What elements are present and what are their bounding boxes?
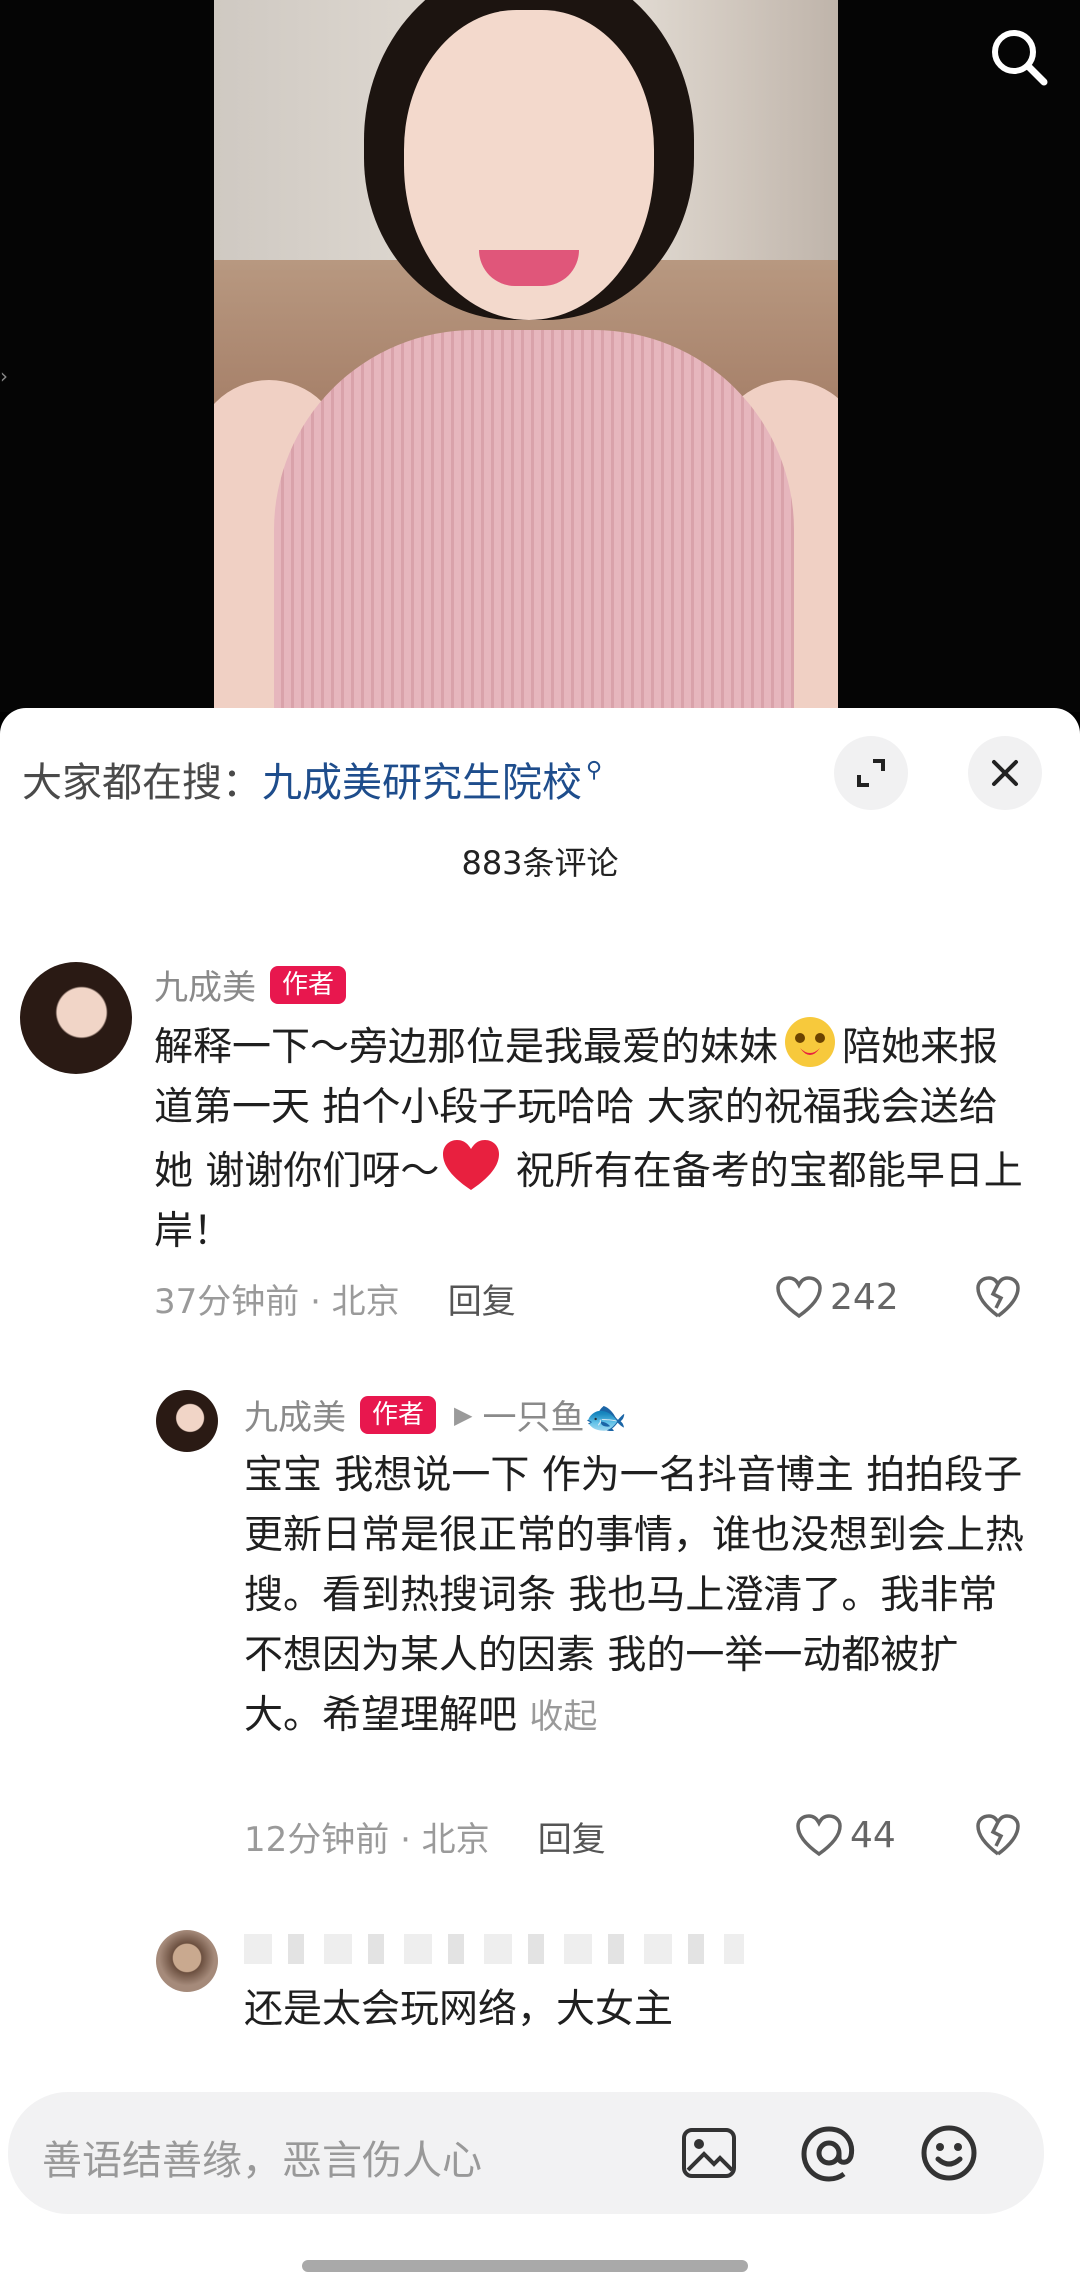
comment-author-line: 九成美 作者 [154, 960, 347, 1009]
reply-button[interactable]: 回复 [538, 1812, 606, 1861]
avatar[interactable] [20, 962, 132, 1074]
video-figure-part [274, 330, 794, 712]
at-icon[interactable] [794, 2118, 864, 2188]
author-badge: 作者 [270, 965, 347, 1004]
comment-author[interactable]: 九成美 [244, 1390, 346, 1439]
close-icon [992, 760, 1018, 786]
expand-button[interactable] [834, 736, 908, 810]
home-indicator[interactable] [302, 2260, 748, 2272]
comment-meta: 12分钟前 · 北京 回复 [244, 1812, 606, 1861]
image-icon[interactable] [674, 2118, 744, 2188]
expand-icon [857, 759, 885, 787]
comment-text-part: 解释一下～旁边那位是我最爱的妹妹 [154, 1025, 779, 1070]
comment-text-body: 还是太会玩网络，大女主 [244, 1987, 674, 2032]
blush-emoji-icon [785, 1017, 836, 1067]
hot-search-keyword[interactable]: 九成美研究生院校 [262, 750, 582, 808]
reply-to-user[interactable]: 一只鱼🐟 [482, 1390, 626, 1439]
chevron-right-icon[interactable]: › [0, 364, 8, 388]
comment-text: 解释一下～旁边那位是我最爱的妹妹 陪她来报道第一天 拍个小段子玩哈哈 大家的祝福… [154, 1014, 1034, 1262]
blurred-author-name [244, 1934, 744, 1964]
red-heart-icon [443, 1140, 500, 1190]
hot-search-bar[interactable]: 大家都在搜： 九成美研究生院校 ⚲ [22, 750, 602, 808]
hot-search-prefix: 大家都在搜： [22, 760, 262, 806]
comments-count: 883条评论 [461, 844, 619, 882]
comment-time-location: 37分钟前 · 北京 [154, 1282, 400, 1322]
comment-text-body: 宝宝 我想说一下 作为一名抖音博主 拍拍段子更新日常是很正常的事情，谁也没想到会… [244, 1453, 1025, 1738]
comment-time-location: 12分钟前 · 北京 [244, 1820, 490, 1860]
avatar[interactable] [156, 1930, 218, 1992]
like-count: 44 [850, 1814, 896, 1856]
comment-input-placeholder[interactable]: 善语结善缘，恶言伤人心 [42, 2128, 482, 2186]
heart-outline-icon [796, 1814, 842, 1857]
heart-outline-icon [776, 1276, 822, 1319]
comment-author[interactable]: 九成美 [154, 960, 256, 1009]
search-icon[interactable] [984, 22, 1054, 92]
reply-button[interactable]: 回复 [448, 1274, 516, 1323]
smile-icon[interactable] [914, 2118, 984, 2188]
broken-heart-icon [976, 1814, 1020, 1856]
broken-heart-icon [976, 1276, 1020, 1318]
video-player[interactable]: › [0, 0, 1080, 712]
avatar[interactable] [156, 1390, 218, 1452]
comment-text: 还是太会玩网络，大女主 [244, 1980, 1034, 2040]
comment-author-line: 九成美 作者 ▶ 一只鱼🐟 [244, 1390, 627, 1439]
reply-arrow-icon: ▶ [454, 1400, 473, 1429]
dislike-button[interactable] [974, 1274, 1022, 1324]
like-button[interactable]: 44 [794, 1812, 896, 1858]
comment-meta: 37分钟前 · 北京 回复 [154, 1274, 516, 1323]
video-frame [214, 0, 838, 712]
comment-sheet: 大家都在搜： 九成美研究生院校 ⚲ 883条评论 九成美 作者 解释一下～旁边那… [0, 708, 1080, 2296]
comment-text: 宝宝 我想说一下 作为一名抖音博主 拍拍段子更新日常是很正常的事情，谁也没想到会… [244, 1446, 1034, 1747]
like-button[interactable]: 242 [774, 1274, 899, 1320]
dislike-button[interactable] [974, 1812, 1022, 1862]
like-count: 242 [830, 1276, 899, 1318]
author-badge: 作者 [360, 1395, 437, 1434]
collapse-button[interactable]: 收起 [529, 1697, 597, 1737]
search-icon: ⚲ [586, 757, 603, 783]
close-button[interactable] [968, 736, 1042, 810]
comment-input-bar[interactable]: 善语结善缘，恶言伤人心 [8, 2092, 1044, 2214]
